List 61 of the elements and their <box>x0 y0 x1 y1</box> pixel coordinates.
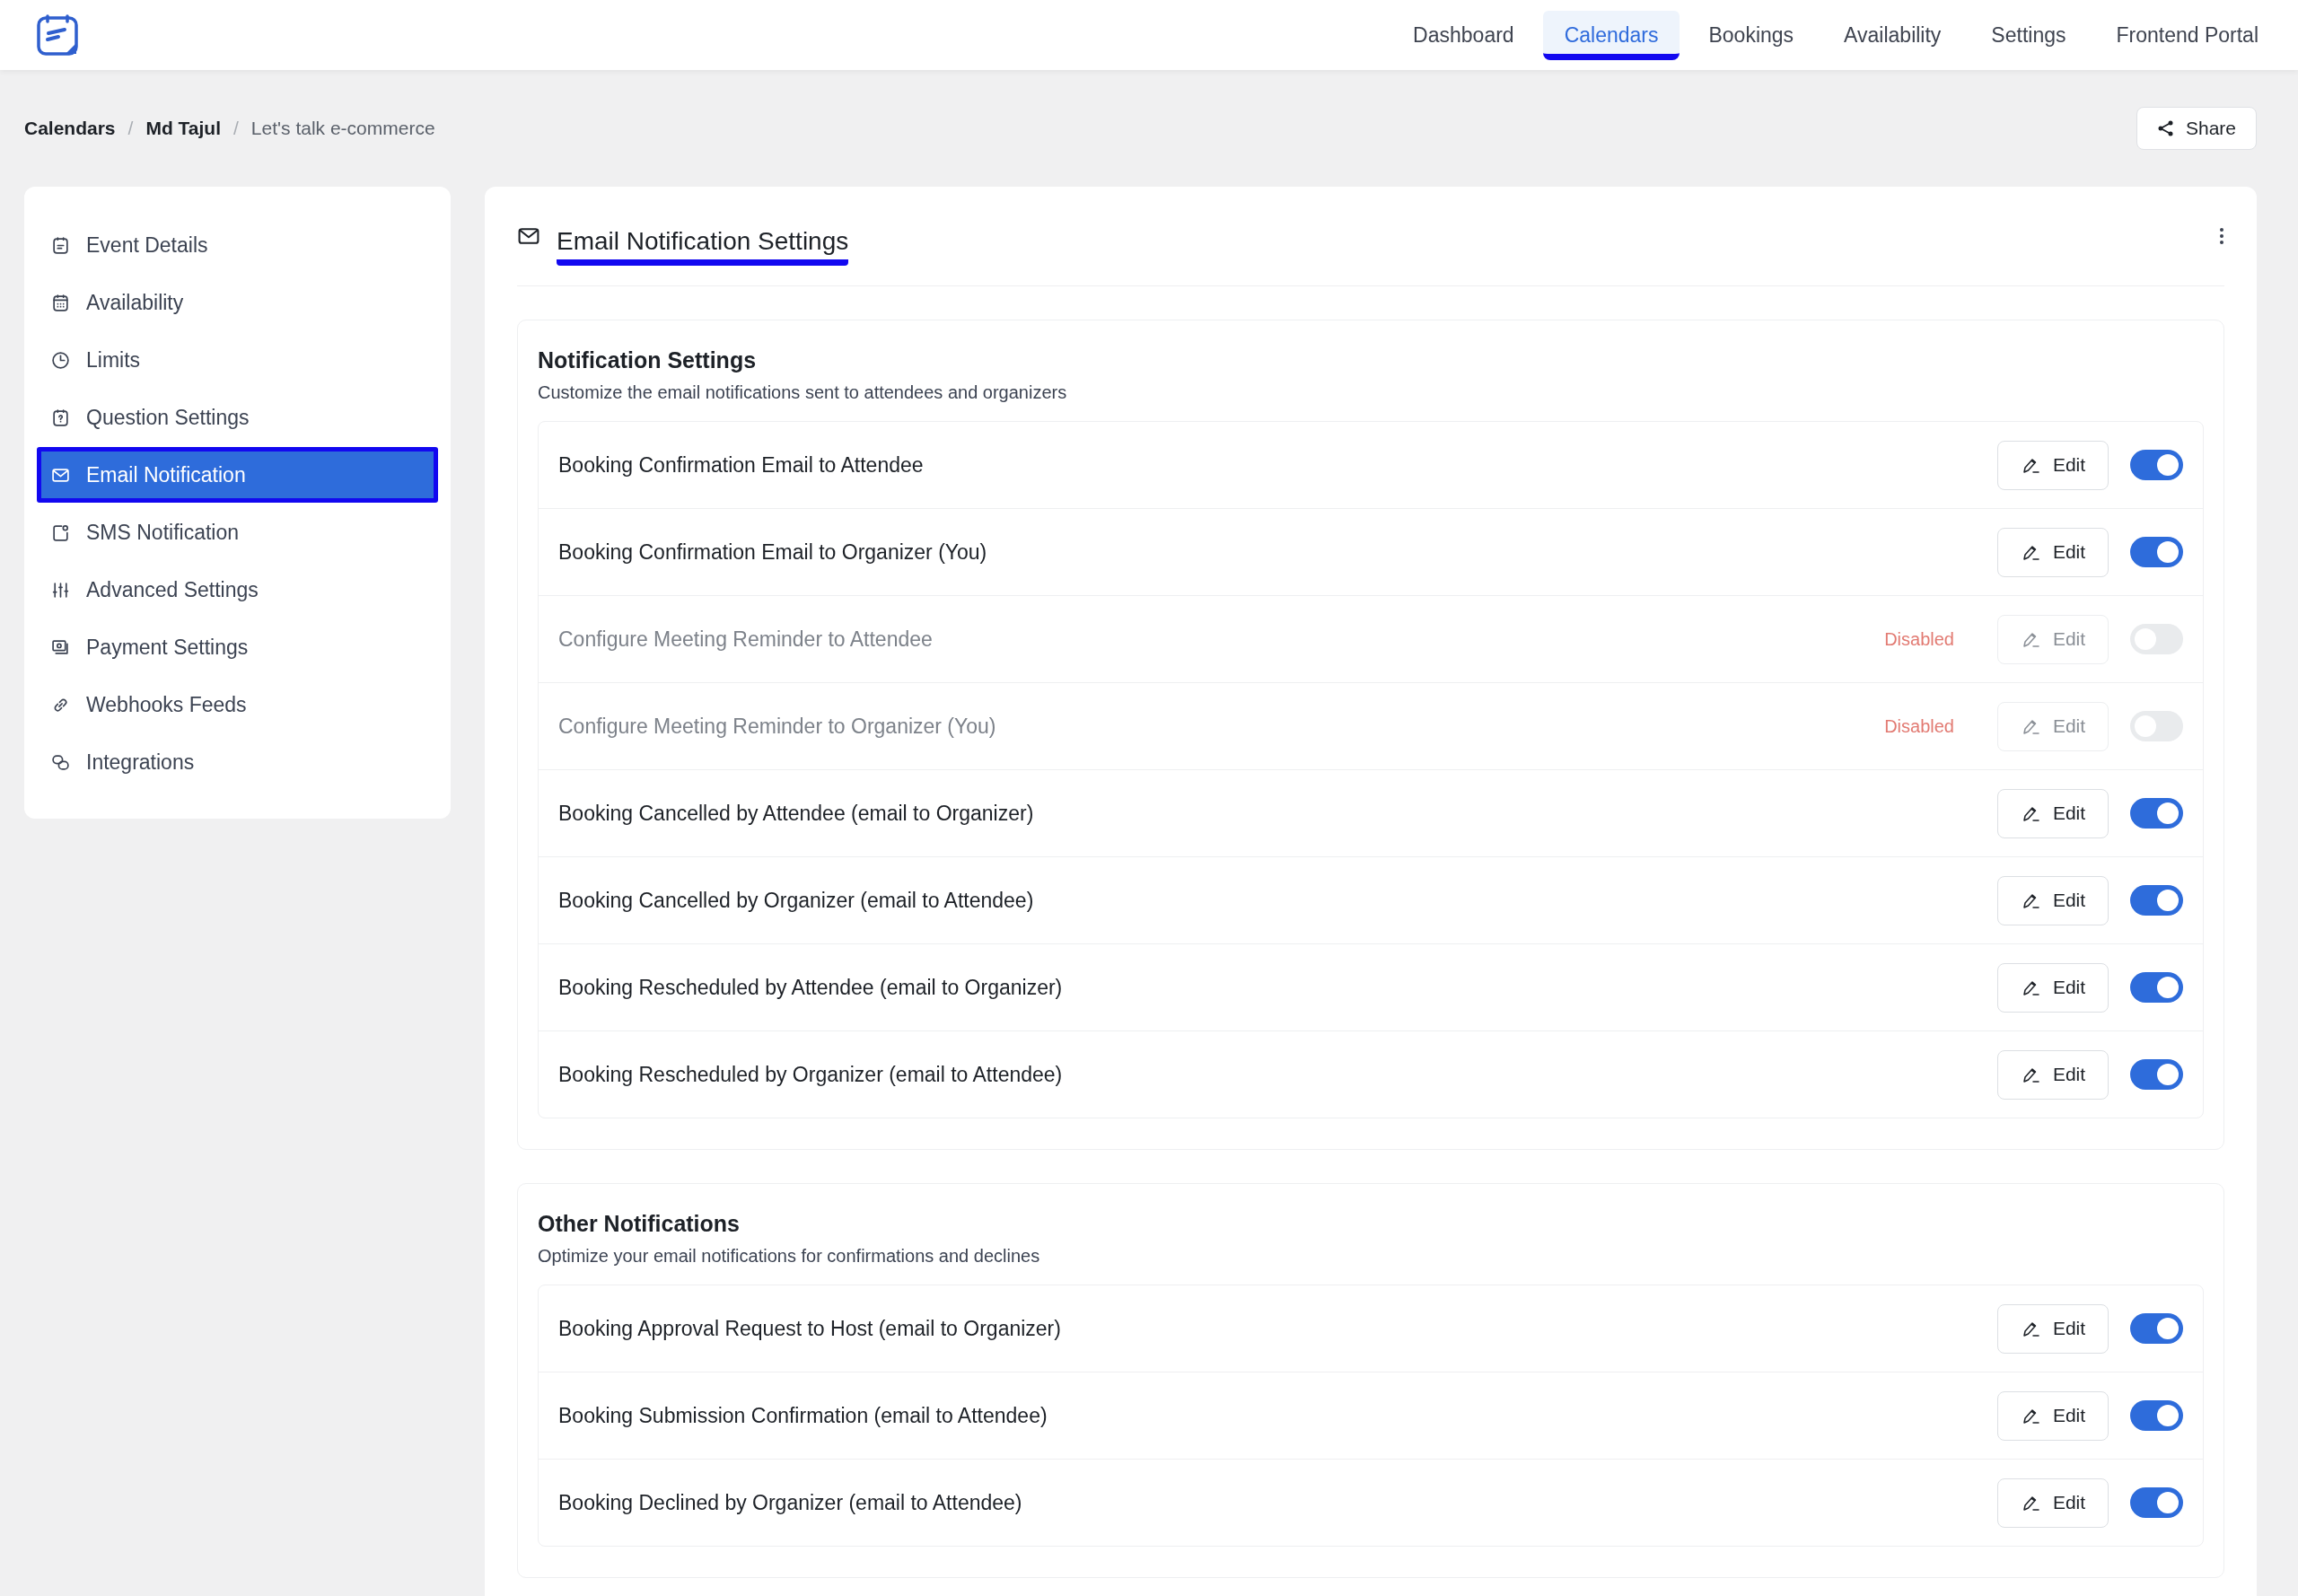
breadcrumb-link[interactable]: Calendars <box>24 118 116 139</box>
breadcrumb-separator: / <box>127 118 134 139</box>
sidebar-item[interactable]: Payment Settings <box>37 619 438 675</box>
status-label: Disabled <box>1884 628 1954 650</box>
nav-tab[interactable]: Settings <box>1969 10 2088 60</box>
edit-button[interactable]: Edit <box>1997 440 2109 490</box>
toggle-switch[interactable] <box>2130 537 2183 567</box>
notification-label: Booking Cancelled by Attendee (email to Organizer) <box>558 801 1035 826</box>
nav-tab[interactable]: Availability <box>1822 10 1963 60</box>
breadcrumb-link[interactable]: Md Tajul <box>145 118 221 139</box>
sidebar-item[interactable]: Email Notification <box>37 447 438 503</box>
sidebar-item[interactable]: Webhooks Feeds <box>37 677 438 732</box>
section-description: Optimize your email notifications for confirmations and declines <box>538 1246 1041 1267</box>
edit-button[interactable]: Edit <box>1997 1478 2109 1528</box>
section-title: Other Notifications <box>538 1211 741 1237</box>
edit-button[interactable]: Edit <box>1997 875 2109 925</box>
share-icon <box>2156 119 2175 137</box>
sidebar-item[interactable]: SMS Notification <box>37 504 438 560</box>
sidebar-item[interactable]: Event Details <box>37 217 438 273</box>
toggle-switch[interactable] <box>2130 972 2183 1003</box>
toggle-switch[interactable] <box>2130 1059 2183 1090</box>
nav-tab[interactable]: Calendars <box>1542 10 1680 60</box>
toggle-switch[interactable] <box>2130 1313 2183 1344</box>
breadcrumb-current: Let's talk e-commerce <box>250 118 435 139</box>
toggle-switch[interactable] <box>2130 1487 2183 1518</box>
notification-label: Booking Confirmation Email to Organizer (You) <box>558 539 988 565</box>
notification-label: Booking Declined by Organizer (email to Attendee) <box>558 1490 1023 1515</box>
panel-title: Email Notification Settings <box>557 219 849 266</box>
edit-button[interactable]: Edit <box>1997 527 2109 577</box>
notification-label: Booking Confirmation Email to Attendee <box>558 452 925 478</box>
notification-label: Configure Meeting Reminder to Attendee <box>558 627 934 652</box>
edit-button[interactable]: Edit <box>1997 1303 2109 1354</box>
nav-tab[interactable]: Dashboard <box>1391 10 1536 60</box>
breadcrumb-separator: / <box>233 118 239 139</box>
logo-icon[interactable] <box>36 13 79 57</box>
nav-tab[interactable]: Bookings <box>1687 10 1816 60</box>
sidebar-item[interactable]: Limits <box>37 332 438 388</box>
toggle-switch[interactable] <box>2130 450 2183 480</box>
section-title: Notification Settings <box>538 347 758 373</box>
notification-label: Configure Meeting Reminder to Organizer (You) <box>558 714 997 739</box>
toggle-switch[interactable] <box>2130 798 2183 829</box>
status-label: Disabled <box>1884 715 1954 737</box>
notification-label: Booking Approval Request to Host (email to Organizer) <box>558 1316 1062 1341</box>
sidebar-item[interactable]: Availability <box>37 275 438 330</box>
notification-label: Booking Submission Confirmation (email to Attendee) <box>558 1403 1048 1428</box>
notification-label: Booking Rescheduled by Attendee (email to Organizer) <box>558 975 1064 1000</box>
edit-button[interactable]: Edit <box>1997 1390 2109 1441</box>
notification-label: Booking Rescheduled by Organizer (email to Attendee) <box>558 1062 1064 1087</box>
notification-label: Booking Cancelled by Organizer (email to Attendee) <box>558 888 1035 913</box>
edit-button[interactable]: Edit <box>1997 788 2109 838</box>
toggle-switch[interactable] <box>2130 1400 2183 1431</box>
sidebar-item[interactable]: Integrations <box>37 734 438 790</box>
section-description: Customize the email notifications sent to attendees and organizers <box>538 382 1068 403</box>
toggle-switch[interactable] <box>2130 885 2183 916</box>
sidebar-item[interactable]: Advanced Settings <box>37 562 438 618</box>
share-button[interactable]: Share <box>2136 107 2257 150</box>
edit-button[interactable]: Edit <box>1997 1049 2109 1100</box>
nav-tab[interactable]: Frontend Portal <box>2094 10 2280 60</box>
edit-button[interactable]: Edit <box>1997 962 2109 1013</box>
sidebar-item[interactable]: Question Settings <box>37 390 438 445</box>
more-options-icon[interactable] <box>2219 227 2224 245</box>
